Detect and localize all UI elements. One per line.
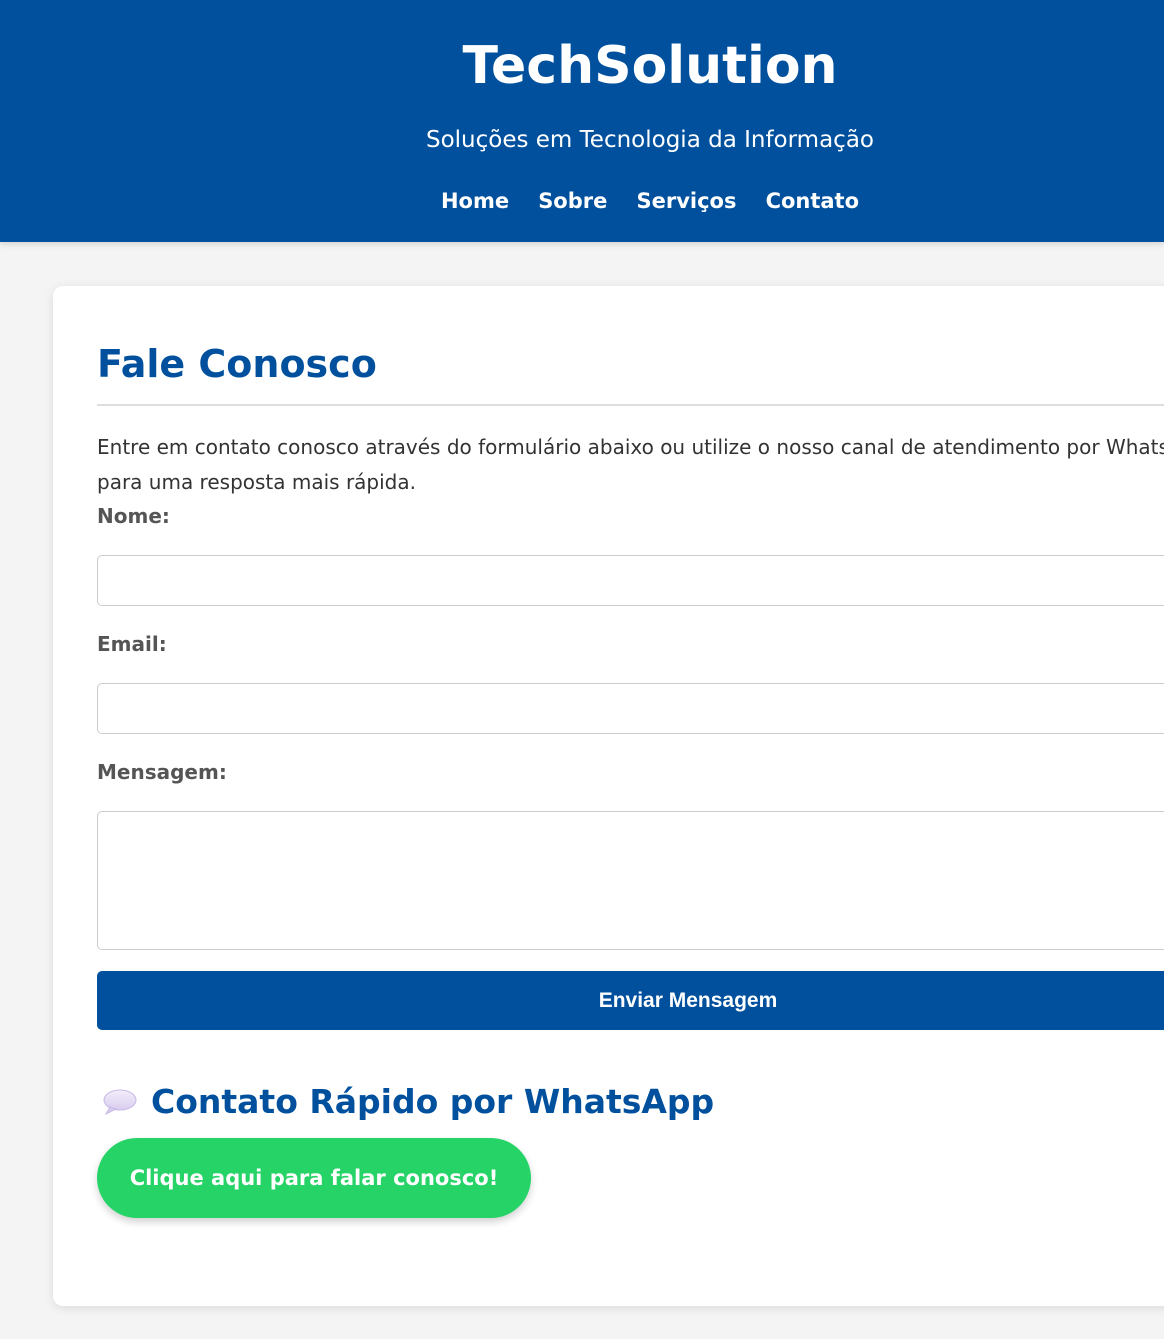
contact-intro: Entre em contato conosco através do form…	[97, 430, 1164, 500]
nav-link-servicos[interactable]: Serviços	[636, 189, 736, 213]
title-divider	[97, 404, 1164, 406]
message-label: Mensagem:	[97, 760, 227, 784]
email-input[interactable]	[97, 683, 1164, 734]
nav-link-home[interactable]: Home	[441, 189, 509, 213]
contact-intro-line-1: Entre em contato conosco através do form…	[97, 435, 1164, 459]
message-textarea[interactable]	[97, 811, 1164, 950]
nav-link-contato[interactable]: Contato	[766, 189, 859, 213]
site-header: TechSolution Soluções em Tecnologia da I…	[0, 0, 1164, 242]
name-label: Nome:	[97, 504, 170, 528]
whatsapp-heading: Contato Rápido por WhatsApp	[101, 1082, 714, 1121]
main-nav: Home Sobre Serviços Contato	[0, 189, 1164, 213]
contact-title: Fale Conosco	[97, 342, 377, 386]
name-input[interactable]	[97, 555, 1164, 606]
nav-link-sobre[interactable]: Sobre	[538, 189, 607, 213]
email-label: Email:	[97, 632, 167, 656]
speech-bubble-icon	[103, 1089, 137, 1115]
contact-card: Fale Conosco Entre em contato conosco at…	[53, 286, 1164, 1306]
site-title: TechSolution	[462, 36, 838, 96]
contact-intro-line-2: para uma resposta mais rápida.	[97, 470, 416, 494]
whatsapp-contact-button[interactable]: Clique aqui para falar conosco!	[97, 1138, 531, 1218]
send-message-button[interactable]: Enviar Mensagem	[97, 971, 1164, 1030]
whatsapp-title: Contato Rápido por WhatsApp	[151, 1082, 715, 1121]
site-tagline: Soluções em Tecnologia da Informação	[425, 127, 874, 153]
